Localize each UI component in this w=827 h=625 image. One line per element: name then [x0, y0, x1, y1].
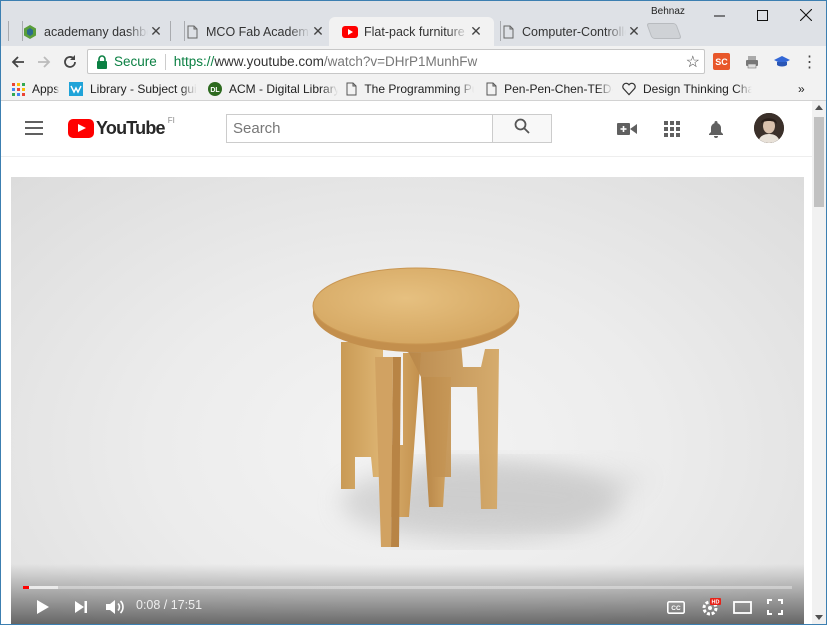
svg-text:CC: CC [671, 605, 681, 612]
youtube-logo[interactable]: YouTube FI [68, 116, 175, 139]
back-arrow-icon[interactable] [7, 51, 29, 73]
next-video-icon[interactable] [71, 597, 91, 617]
tab-title: Flat-pack furniture design [364, 24, 468, 39]
bookmark-label: The Programming Puzzle [364, 82, 474, 96]
youtube-wordmark: YouTube [96, 118, 166, 138]
bookmark-label: Design Thinking Challenge [643, 82, 752, 96]
extension-graduation-cap-icon[interactable] [773, 53, 790, 70]
scrollbar-thumb[interactable] [814, 117, 824, 207]
close-tab-icon[interactable]: ✕ [468, 23, 484, 40]
page-content: YouTube FI Search 0:08 / 17:51 CC HD [1, 101, 812, 624]
country-code: FI [167, 116, 175, 125]
apps-grid-icon[interactable] [661, 118, 683, 140]
secure-label: Secure [114, 54, 157, 69]
hamburger-menu-icon[interactable] [25, 121, 43, 135]
play-icon[interactable] [33, 597, 53, 617]
scroll-down-arrow-icon[interactable] [815, 615, 823, 620]
close-tab-icon[interactable]: ✕ [148, 23, 164, 40]
fullscreen-icon[interactable] [765, 597, 785, 617]
menu-kebab-icon[interactable]: ⋮ [801, 53, 818, 71]
extension-sc-icon[interactable]: SC [713, 53, 730, 70]
progress-bar[interactable] [23, 586, 792, 589]
bookmark-label: ACM - Digital Library [229, 82, 338, 96]
page-icon [346, 82, 357, 96]
hd-badge: HD [712, 600, 720, 606]
tab-computer-controlled[interactable]: Computer-Controlled ✕ [486, 17, 652, 46]
minimize-icon[interactable] [705, 5, 733, 25]
acm-icon: DL [208, 82, 222, 96]
volume-icon[interactable] [104, 597, 126, 617]
avatar[interactable] [754, 113, 784, 143]
library-icon [69, 82, 83, 96]
address-bar[interactable]: Secure https://www.youtube.com/watch?v=D… [87, 49, 705, 74]
close-tab-icon[interactable]: ✕ [310, 23, 326, 40]
bookmark-library[interactable]: Library - Subject guides [69, 80, 197, 98]
bookmark-label: Apps [32, 82, 60, 96]
tab-mco-fab-academy[interactable]: MCO Fab Academy 2018 ✕ [170, 17, 336, 46]
bookmark-label: Library - Subject guides [90, 82, 197, 96]
youtube-play-logo-icon [68, 119, 94, 138]
tab-strip: academany dashboard ✕ MCO Fab Academy 20… [1, 1, 826, 46]
bookmark-programming-puzzle[interactable]: The Programming Puzzle [346, 80, 474, 98]
more-bookmarks-chevron-icon[interactable]: » [798, 80, 805, 98]
youtube-header: YouTube FI Search [1, 101, 812, 157]
url-text[interactable]: https://www.youtube.com/watch?v=DHrP1Mun… [174, 54, 478, 69]
new-tab-button[interactable] [646, 23, 682, 39]
bookmark-star-icon[interactable]: ☆ [686, 52, 700, 72]
search-icon [514, 118, 530, 139]
page-icon [485, 82, 497, 96]
bookmark-acm[interactable]: DL ACM - Digital Library [208, 80, 338, 98]
browser-window: academany dashboard ✕ MCO Fab Academy 20… [0, 0, 827, 625]
svg-text:DL: DL [210, 87, 220, 94]
progress-played [23, 586, 29, 589]
reload-icon[interactable] [59, 51, 81, 73]
create-video-icon[interactable] [616, 118, 638, 140]
search-input[interactable]: Search [226, 114, 492, 143]
page-scrollbar[interactable] [812, 101, 826, 624]
stool-render-image [312, 267, 651, 547]
search-button[interactable] [492, 114, 552, 143]
scroll-up-arrow-icon[interactable] [815, 105, 823, 110]
lock-icon[interactable] [96, 54, 108, 69]
tab-flat-pack-furniture[interactable]: Flat-pack furniture design ✕ [329, 17, 494, 46]
tab-title: academany dashboard [44, 24, 148, 39]
bookmarks-bar: Apps Library - Subject guides DL ACM - D… [1, 77, 826, 101]
bookmark-label: Pen-Pen-Chen-TED-Ed [504, 82, 613, 96]
close-tab-icon[interactable]: ✕ [626, 23, 642, 40]
maximize-icon[interactable] [748, 5, 776, 25]
captions-icon[interactable]: CC [666, 597, 686, 617]
time-display: 0:08 / 17:51 [136, 598, 203, 612]
youtube-icon [342, 24, 358, 40]
bookmark-pen-pen-chen[interactable]: Pen-Pen-Chen-TED-Ed [485, 80, 613, 98]
bookmark-design-thinking[interactable]: Design Thinking Challenge [622, 80, 752, 98]
page-icon [500, 24, 516, 40]
academany-icon [22, 24, 38, 40]
settings-gear-icon[interactable]: HD [699, 597, 723, 617]
profile-name[interactable]: Behnaz [651, 6, 685, 17]
bookmark-apps[interactable]: Apps [11, 80, 63, 98]
tab-academany[interactable]: academany dashboard ✕ [8, 17, 174, 46]
tab-title: MCO Fab Academy 2018 [206, 24, 310, 39]
page-icon [184, 24, 200, 40]
close-window-icon[interactable] [792, 5, 820, 25]
forward-arrow-icon[interactable] [33, 51, 55, 73]
notifications-bell-icon[interactable] [705, 118, 727, 140]
apps-grid-icon [11, 82, 25, 96]
separator [164, 53, 166, 70]
video-player[interactable]: 0:08 / 17:51 CC HD [11, 177, 804, 624]
theater-mode-icon[interactable] [731, 597, 753, 617]
extension-printer-icon[interactable] [743, 53, 760, 70]
video-frame[interactable] [11, 177, 804, 624]
browser-toolbar: Secure https://www.youtube.com/watch?v=D… [1, 46, 826, 77]
heart-icon [622, 82, 636, 96]
tab-title: Computer-Controlled [522, 24, 626, 39]
